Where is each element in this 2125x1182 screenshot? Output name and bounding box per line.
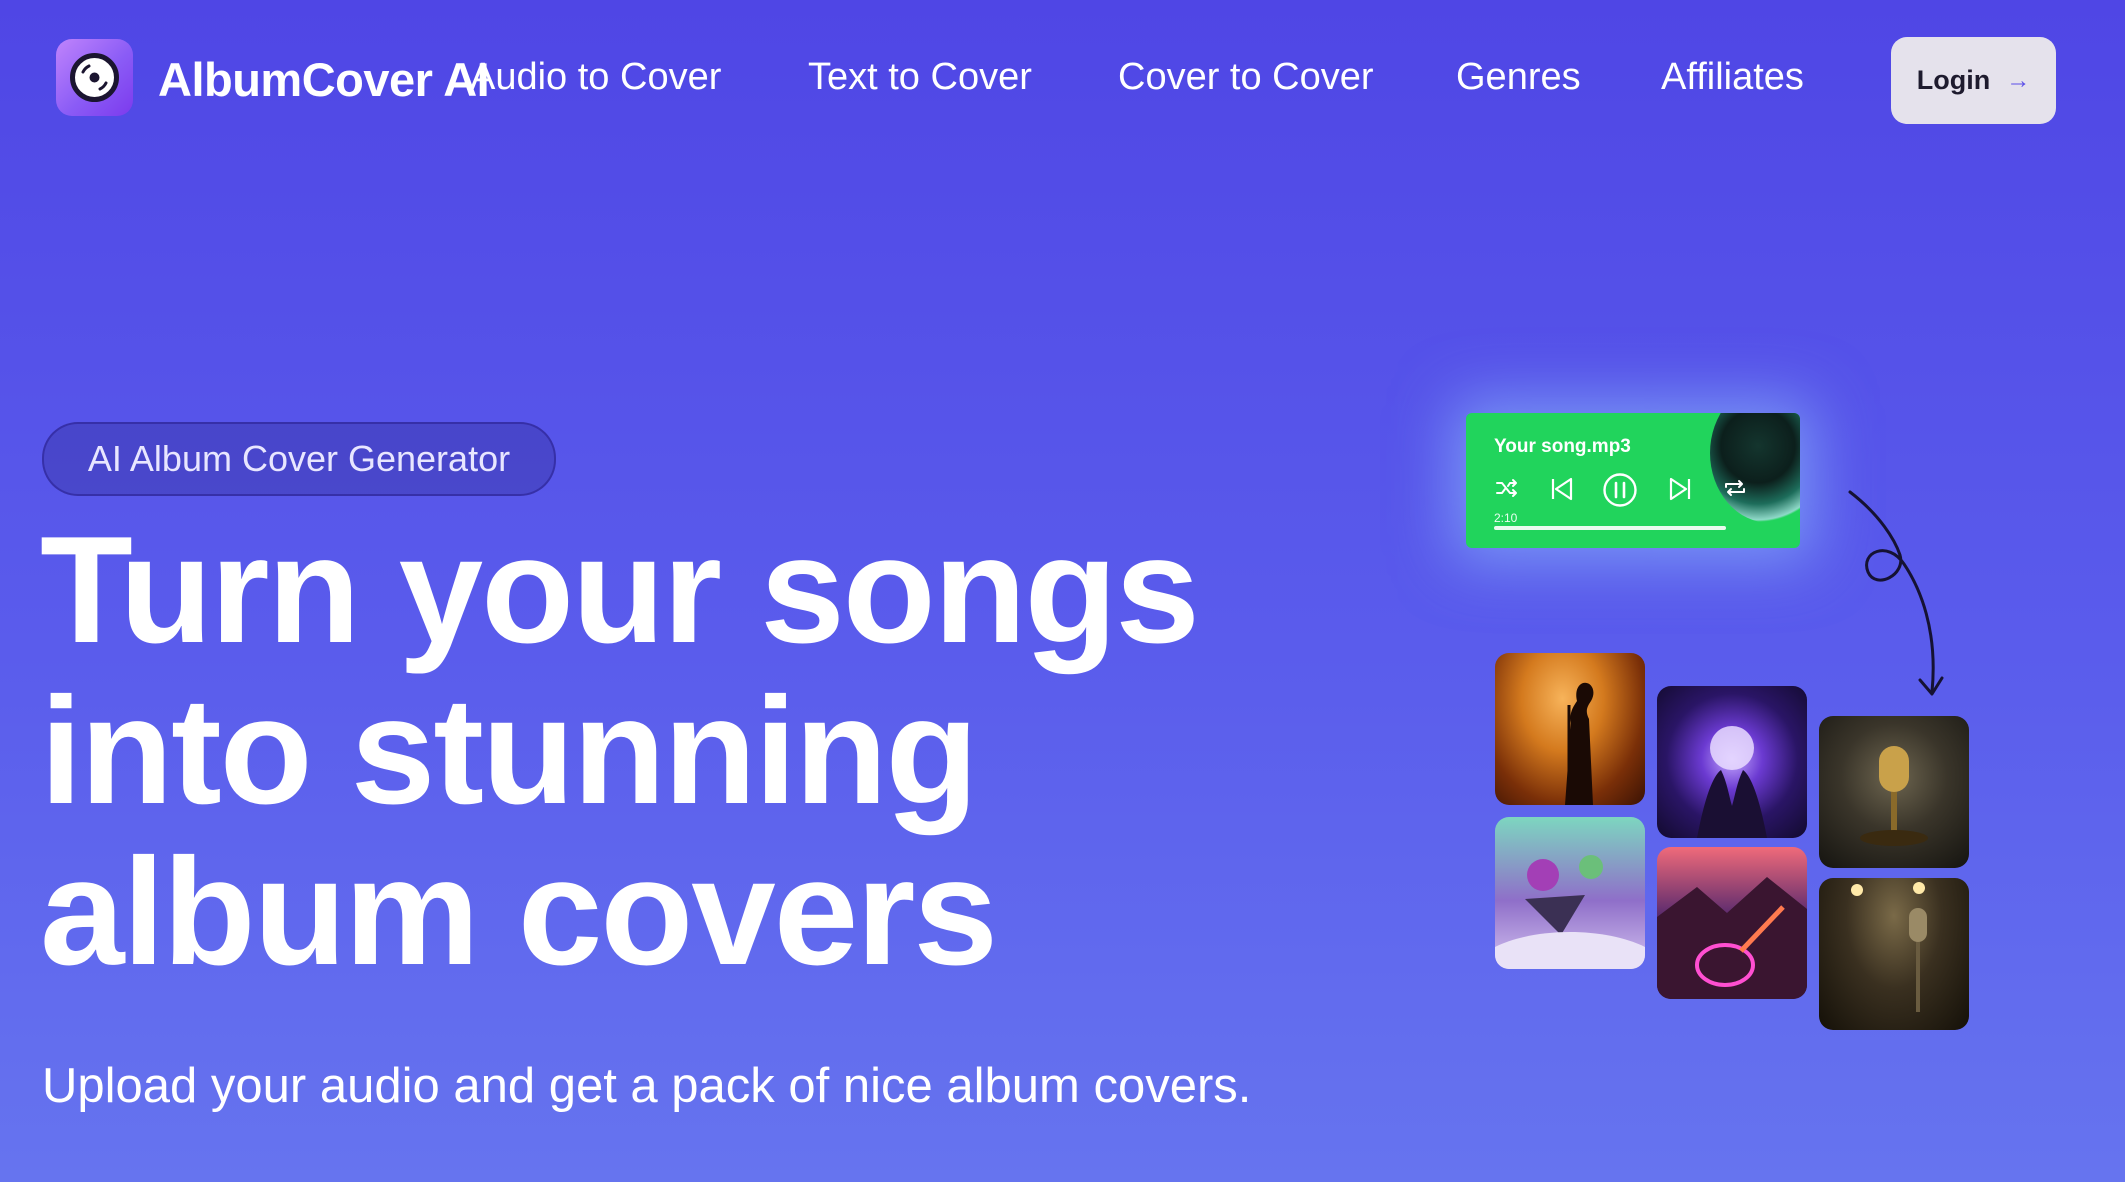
- glowing-orb-hands-cover[interactable]: [1657, 686, 1807, 838]
- nav-link-cover-to-cover[interactable]: Cover to Cover: [1118, 56, 1374, 99]
- arrow-right-icon: →: [2006, 66, 2031, 94]
- nav-link-audio-to-cover[interactable]: Audio to Cover: [470, 56, 721, 99]
- curved-arrow-icon: [1848, 490, 1944, 696]
- hero-badge: AI Album Cover Generator: [42, 422, 556, 496]
- nav-link-text-to-cover[interactable]: Text to Cover: [808, 56, 1032, 99]
- nav-link-affiliates[interactable]: Affiliates: [1661, 56, 1804, 99]
- player-artwork: [1710, 413, 1800, 523]
- spotlight-microphone-cover[interactable]: [1819, 878, 1969, 1030]
- headline-line: album covers: [40, 827, 998, 997]
- golden-microphone-cover[interactable]: [1819, 716, 1969, 868]
- pause-icon[interactable]: [1602, 472, 1638, 508]
- repeat-icon[interactable]: [1722, 475, 1748, 501]
- player-progress-bar[interactable]: [1494, 526, 1726, 530]
- floating-islands-cover[interactable]: [1495, 817, 1645, 969]
- nav-link-genres[interactable]: Genres: [1456, 56, 1581, 99]
- login-button[interactable]: Login →: [1891, 37, 2056, 124]
- previous-icon[interactable]: [1548, 475, 1576, 503]
- headline-line: Turn your songs: [40, 505, 1200, 675]
- top-nav: AlbumCover AI Audio to Cover Text to Cov…: [0, 0, 2125, 160]
- next-icon[interactable]: [1666, 475, 1694, 503]
- music-player-card: Your song.mp3 2:10: [1466, 413, 1800, 548]
- neon-guitar-cover[interactable]: [1657, 847, 1807, 999]
- brand-name[interactable]: AlbumCover AI: [158, 52, 490, 107]
- singer-silhouette-cover[interactable]: [1495, 653, 1645, 805]
- hero-headline: Turn your songs into stunning album cove…: [40, 505, 1200, 997]
- player-time: 2:10: [1494, 511, 1518, 525]
- player-song-title: Your song.mp3: [1494, 436, 1631, 457]
- vinyl-record-icon[interactable]: [56, 39, 133, 116]
- headline-line: into stunning: [40, 666, 978, 836]
- hero-subtitle: Upload your audio and get a pack of nice…: [42, 1059, 1252, 1113]
- login-label: Login: [1916, 65, 1991, 95]
- shuffle-icon[interactable]: [1494, 475, 1520, 501]
